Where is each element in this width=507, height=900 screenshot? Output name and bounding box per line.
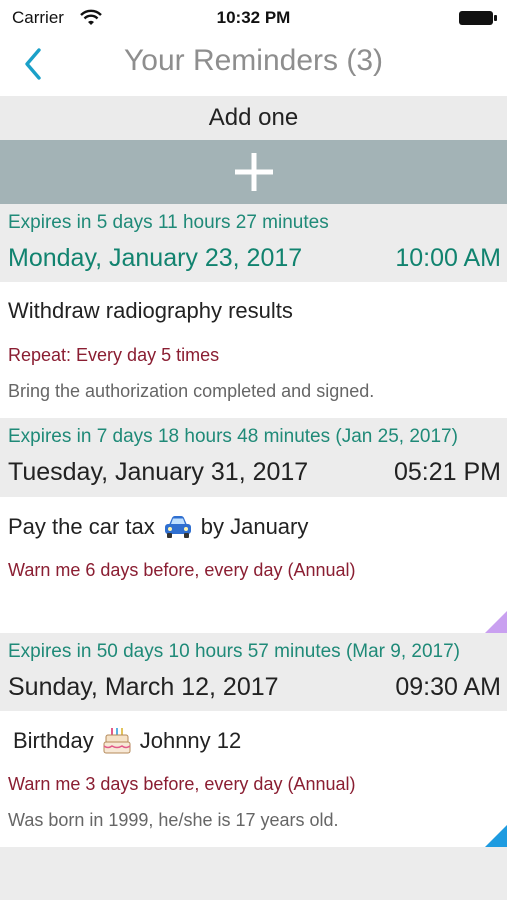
reminder-card[interactable]: Birthday Johnny 12 Warn me 3 days before… xyxy=(0,711,507,847)
reminder-date: Monday, January 23, 2017 xyxy=(8,244,303,272)
expires-countdown: Expires in 5 days 11 hours 27 minutes xyxy=(8,212,329,233)
reminder-repeat: Warn me 3 days before, every day (Annual… xyxy=(8,774,356,794)
reminder-note: Bring the authorization completed and si… xyxy=(8,381,375,401)
reminder-time: 05:21 PM xyxy=(393,458,501,486)
battery-icon xyxy=(459,11,497,25)
reminder-title-text: Birthday xyxy=(13,728,94,753)
reminder-repeat: Warn me 6 days before, every day (Annual… xyxy=(8,560,356,580)
reminder-title: Withdraw radiography results xyxy=(8,298,293,323)
reminder-header: Expires in 7 days 18 hours 48 minutes (J… xyxy=(0,418,507,497)
reminder-date: Sunday, March 12, 2017 xyxy=(8,673,279,701)
reminder-title-suffix: Johnny 12 xyxy=(139,728,242,753)
reminder-date: Tuesday, January 31, 2017 xyxy=(8,458,309,486)
reminder-title: Birthday Johnny 12 xyxy=(13,727,241,755)
add-reminder-label: Add one xyxy=(0,96,507,140)
birthday-cake-icon xyxy=(103,728,131,754)
reminder-title: Pay the car tax by January xyxy=(8,513,308,541)
reminder-header: Expires in 50 days 10 hours 57 minutes (… xyxy=(0,633,507,711)
reminder-note: Was born in 1999, he/she is 17 years old… xyxy=(8,810,339,830)
status-time: 10:32 PM xyxy=(216,8,291,27)
corner-marker xyxy=(485,825,507,847)
plus-icon xyxy=(235,153,273,191)
reminder-card[interactable]: Pay the car tax by January Warn me 6 day… xyxy=(0,497,507,633)
reminder-time: 09:30 AM xyxy=(395,673,501,701)
reminder-repeat: Repeat: Every day 5 times xyxy=(8,345,220,365)
corner-marker xyxy=(485,611,507,633)
car-icon xyxy=(164,516,191,538)
status-bar: Carrier 10:32 PM xyxy=(0,0,507,36)
reminder-time: 10:00 AM xyxy=(395,244,501,272)
add-reminder-button[interactable] xyxy=(0,140,507,204)
expires-countdown: Expires in 7 days 18 hours 48 minutes (J… xyxy=(8,426,458,447)
page-title: Your Reminders (3) xyxy=(124,44,383,77)
reminder-title-suffix: by January xyxy=(200,514,309,539)
expires-countdown: Expires in 50 days 10 hours 57 minutes (… xyxy=(8,641,461,662)
reminder-header: Expires in 5 days 11 hours 27 minutes Mo… xyxy=(0,204,507,282)
navigation-bar: Your Reminders (3) xyxy=(0,36,507,96)
reminder-title-text: Pay the car tax xyxy=(8,514,155,539)
reminder-card[interactable]: Withdraw radiography results Repeat: Eve… xyxy=(0,282,507,418)
